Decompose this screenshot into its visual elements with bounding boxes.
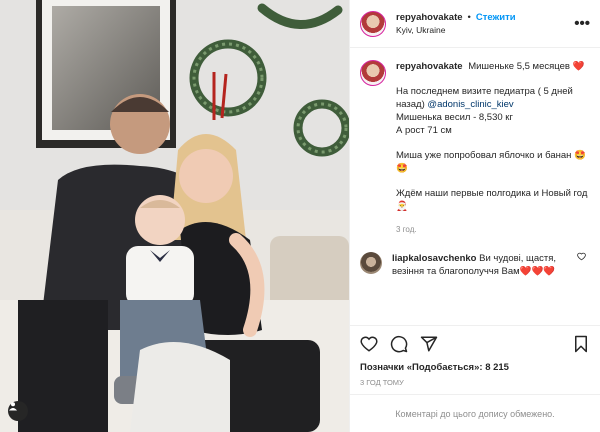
post-caption: repyahovakate Мишеньке 5,5 месяцев ❤️ На… xyxy=(360,60,590,234)
caption-paragraph-2: Миша уже попробовал яблочко и банан 🤩🤩 xyxy=(396,150,586,174)
bookmark-icon[interactable] xyxy=(572,335,590,353)
post-side-panel: repyahovakate • Стежити Kyiv, Ukraine ••… xyxy=(349,0,600,432)
commenter-avatar[interactable] xyxy=(360,252,382,274)
caption-title: Мишеньке 5,5 месяцев ❤️ xyxy=(468,61,585,72)
more-icon[interactable]: ••• xyxy=(574,16,590,31)
comment-icon[interactable] xyxy=(390,335,408,353)
caption-paragraph-1: На последнем визите педиатра ( 5 дней на… xyxy=(396,85,590,137)
caption-head: repyahovakate Мишеньке 5,5 месяцев ❤️ xyxy=(396,60,590,73)
caption-body: repyahovakate Мишеньке 5,5 месяцев ❤️ На… xyxy=(396,60,590,234)
caption-line-1: На последнем визите педиатра ( 5 дней на… xyxy=(396,85,590,111)
header-text: repyahovakate • Стежити Kyiv, Ukraine xyxy=(396,12,574,35)
follow-button[interactable]: Стежити xyxy=(476,12,516,23)
caption-line-2: Мишенька весил - 8,530 кг xyxy=(396,112,513,123)
separator-dot: • xyxy=(467,12,471,23)
caption-paragraph-3: Ждём наши первые полгодика и Новый год 🎅 xyxy=(396,188,588,212)
location-link[interactable]: Kyiv, Ukraine xyxy=(396,25,574,35)
commenter-username[interactable]: liapkalosavchenko xyxy=(392,253,476,264)
heart-icon[interactable] xyxy=(360,335,378,353)
author-avatar[interactable] xyxy=(360,10,386,37)
caption-time[interactable]: 3 год. xyxy=(396,225,590,234)
instagram-post: repyahovakate • Стежити Kyiv, Ukraine ••… xyxy=(0,0,600,432)
comments-disabled-notice: Коментарі до цього допису обмежено. xyxy=(350,394,600,432)
photo-illustration xyxy=(0,0,349,432)
post-header: repyahovakate • Стежити Kyiv, Ukraine ••… xyxy=(350,0,600,48)
comment-body: liapkalosavchenko Ви чудові, щастя, везі… xyxy=(392,252,582,278)
post-actions xyxy=(350,326,600,362)
clinic-mention-link[interactable]: @adonis_clinic_kiev xyxy=(427,99,513,110)
caption-avatar[interactable] xyxy=(360,60,386,86)
user-tag-icon[interactable] xyxy=(8,401,28,421)
caption-username[interactable]: repyahovakate xyxy=(396,61,463,72)
post-photo[interactable] xyxy=(0,0,349,432)
author-username[interactable]: repyahovakate xyxy=(396,12,463,23)
caption-line-3: А рост 71 см xyxy=(396,125,452,136)
likes-count[interactable]: Позначки «Подобається»: 8 215 xyxy=(350,362,600,373)
comment-like-heart-icon[interactable] xyxy=(577,252,586,263)
comment-item: liapkalosavchenko Ви чудові, щастя, везі… xyxy=(360,252,590,278)
post-timestamp[interactable]: 3 ГОД ТОМУ xyxy=(350,373,600,387)
comments-section: repyahovakate Мишеньке 5,5 месяцев ❤️ На… xyxy=(350,48,600,326)
header-top: repyahovakate • Стежити xyxy=(396,12,574,23)
share-icon[interactable] xyxy=(420,335,438,353)
